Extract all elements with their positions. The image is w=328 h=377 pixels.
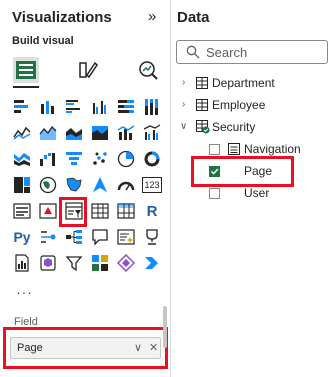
analytics-tab[interactable]	[135, 57, 161, 83]
power-automate-icon[interactable]	[64, 253, 84, 273]
power-apps-icon[interactable]	[38, 253, 58, 273]
map-icon[interactable]	[38, 175, 58, 195]
metrics-icon[interactable]	[90, 253, 110, 273]
visualizations-title: Visualizations	[12, 9, 112, 26]
gauge-icon[interactable]	[116, 175, 136, 195]
build-visual-icon	[16, 61, 36, 79]
table-icon	[196, 77, 208, 89]
stacked-area-chart-icon[interactable]	[64, 123, 84, 143]
100-stacked-area-chart-icon[interactable]	[90, 123, 110, 143]
card-icon[interactable]: 123	[142, 175, 162, 195]
table-label: Employee	[212, 98, 266, 112]
table-icon	[196, 99, 208, 111]
build-visual-label: Build visual	[12, 35, 74, 47]
100-stacked-column-chart-icon[interactable]	[142, 97, 162, 117]
page-highlight-box	[191, 156, 294, 187]
collapse-pane-icon[interactable]: »	[148, 8, 156, 25]
search-placeholder: Search	[206, 45, 248, 60]
table-with-check-icon	[196, 120, 210, 134]
search-icon	[186, 45, 200, 59]
slicer-highlight-box	[59, 197, 87, 227]
treemap-icon[interactable]	[12, 175, 32, 195]
field-label: User	[244, 186, 270, 200]
analytics-magnifier-icon	[139, 61, 158, 80]
line-and-stacked-column-chart-icon[interactable]	[116, 123, 136, 143]
viz-scrollbar[interactable]	[163, 306, 167, 348]
table-icon[interactable]	[90, 201, 110, 221]
ribbon-chart-icon[interactable]	[12, 149, 32, 169]
paginated-report-icon[interactable]	[12, 253, 32, 273]
format-visual-tab[interactable]	[75, 57, 101, 83]
table-label: Department	[212, 76, 275, 90]
build-visual-tab[interactable]	[13, 57, 39, 83]
chevron-right-icon[interactable]: ›	[182, 99, 185, 110]
clustered-column-chart-icon[interactable]	[90, 97, 110, 117]
100-stacked-bar-chart-icon[interactable]	[116, 97, 136, 117]
more-visuals-icon[interactable]	[116, 253, 136, 273]
visualizations-pane: Visualizations » Build visual 123 R Py ···…	[0, 0, 170, 377]
arrow-icon[interactable]	[142, 253, 162, 273]
field-checkbox[interactable]	[209, 188, 220, 199]
kpi-icon[interactable]	[38, 201, 58, 221]
stacked-bar-chart-icon[interactable]	[12, 97, 32, 117]
calculated-field-icon	[228, 143, 240, 155]
data-title: Data	[177, 9, 210, 26]
goals-icon[interactable]	[142, 227, 162, 247]
field-highlight-box	[3, 327, 168, 369]
chevron-down-icon[interactable]: ∨	[180, 121, 187, 132]
field-label: Navigation	[244, 142, 301, 156]
line-and-clustered-column-chart-icon[interactable]	[142, 123, 162, 143]
chevron-right-icon[interactable]: ›	[182, 77, 185, 88]
key-influencers-icon[interactable]	[38, 227, 58, 247]
funnel-chart-icon[interactable]	[64, 149, 84, 169]
more-options[interactable]: ···	[16, 284, 33, 300]
area-chart-icon[interactable]	[38, 123, 58, 143]
donut-chart-icon[interactable]	[142, 149, 162, 169]
pie-chart-icon[interactable]	[116, 149, 136, 169]
clustered-bar-chart-icon[interactable]	[64, 97, 84, 117]
azure-map-icon[interactable]	[90, 175, 110, 195]
active-tab-indicator	[13, 86, 39, 88]
data-pane: Data Search › Department › Employee ∨ Se…	[171, 0, 328, 377]
qa-icon[interactable]	[90, 227, 110, 247]
smart-narrative-icon[interactable]	[116, 227, 136, 247]
matrix-icon[interactable]	[116, 201, 136, 221]
filled-map-icon[interactable]	[64, 175, 84, 195]
r-visual-icon[interactable]: R	[142, 201, 162, 221]
python-visual-icon[interactable]: Py	[12, 227, 32, 247]
line-chart-icon[interactable]	[12, 123, 32, 143]
format-paintbrush-icon	[79, 61, 98, 79]
waterfall-chart-icon[interactable]	[38, 149, 58, 169]
field-checkbox[interactable]	[209, 144, 220, 155]
scatter-chart-icon[interactable]	[90, 149, 110, 169]
search-input[interactable]: Search	[176, 40, 328, 64]
stacked-column-chart-icon[interactable]	[38, 97, 58, 117]
table-label: Security	[212, 120, 256, 134]
multi-row-card-icon[interactable]	[12, 201, 32, 221]
decomposition-tree-icon[interactable]	[64, 227, 84, 247]
